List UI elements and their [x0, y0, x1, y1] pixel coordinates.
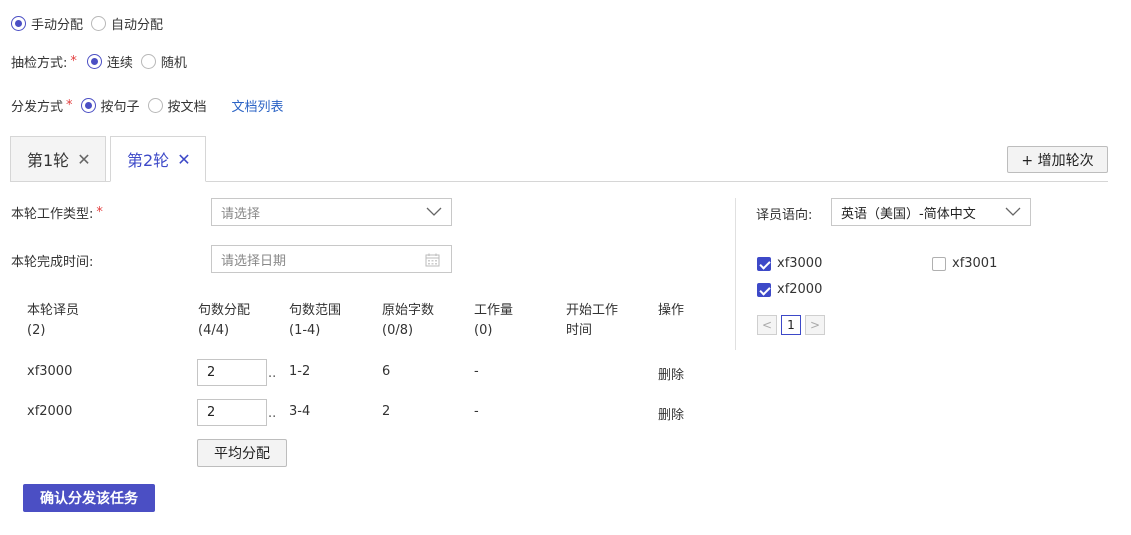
col-header-sentence-alloc: 句数分配 (4/4): [198, 303, 251, 338]
ellipsis: ..: [268, 406, 277, 421]
add-round-button[interactable]: + 增加轮次: [1007, 146, 1108, 173]
assign-mode-group: 手动分配 自动分配: [11, 14, 163, 33]
translator-option-label: xf3000: [777, 256, 823, 271]
sentence-count-input[interactable]: 2: [197, 399, 267, 426]
random-radio[interactable]: [140, 54, 156, 69]
translator-option[interactable]: xf3001: [932, 256, 997, 271]
sentence-count-input[interactable]: 2: [197, 359, 267, 386]
translator-name: xf2000: [27, 404, 73, 419]
inspect-mode-label: 抽检方式:: [11, 56, 68, 71]
checkbox[interactable]: [757, 282, 771, 297]
tab-label: 第1轮: [27, 151, 70, 170]
calendar-icon: [425, 253, 440, 267]
finish-time-label: 本轮完成时间:: [11, 255, 94, 270]
translator-option-label: xf3001: [952, 256, 998, 271]
dispatch-mode-group: 分发方式 * 按句子 按文档 文档列表: [11, 96, 284, 115]
dispatch-mode-label: 分发方式: [11, 100, 64, 115]
by-sentence-label[interactable]: 按句子: [101, 96, 140, 115]
workload: -: [474, 404, 479, 419]
col-header-action: 操作: [658, 303, 685, 318]
col-header-sentence-range: 句数范围 (1-4): [289, 303, 342, 338]
workload: -: [474, 364, 479, 379]
auto-assign-label[interactable]: 自动分配: [111, 14, 163, 33]
chevron-down-icon: [1005, 207, 1021, 216]
continuous-radio[interactable]: [86, 54, 102, 69]
by-sentence-radio[interactable]: [80, 98, 96, 113]
finish-time-datepicker[interactable]: 请选择日期: [211, 245, 452, 273]
confirm-dispatch-button[interactable]: 确认分发该任务: [23, 484, 155, 512]
sentence-range: 3-4: [289, 404, 311, 419]
work-type-label-group: 本轮工作类型: *: [11, 203, 113, 222]
delete-link[interactable]: 删除: [658, 404, 684, 423]
random-label[interactable]: 随机: [161, 52, 187, 71]
manual-assign-radio[interactable]: [11, 16, 26, 31]
translator-option[interactable]: xf3000: [757, 256, 822, 271]
tab-round-1[interactable]: 第1轮 ✕: [10, 136, 106, 182]
col-header-workload: 工作量 (0): [474, 303, 514, 338]
auto-assign-radio[interactable]: [91, 16, 107, 31]
word-count: 6: [382, 364, 391, 379]
inspect-mode-group: 抽检方式: * 连续 随机: [11, 52, 187, 71]
ellipsis: ..: [268, 366, 277, 381]
required-mark: *: [96, 205, 103, 220]
continuous-label[interactable]: 连续: [107, 52, 133, 71]
col-header-start-time: 开始工作 时间: [566, 303, 619, 338]
page-number-button[interactable]: 1: [781, 315, 801, 335]
col-header-word-count: 原始字数 (0/8): [382, 303, 435, 338]
panel-divider: [735, 198, 736, 350]
finish-time-placeholder: 请选择日期: [221, 253, 287, 269]
translator-option-label: xf2000: [777, 282, 823, 297]
prev-page-button[interactable]: <: [757, 315, 777, 335]
next-page-button[interactable]: >: [805, 315, 825, 335]
doc-list-link[interactable]: 文档列表: [232, 96, 284, 115]
close-icon[interactable]: ✕: [177, 150, 190, 169]
manual-assign-label[interactable]: 手动分配: [31, 14, 83, 33]
translator-name: xf3000: [27, 364, 73, 379]
checkbox[interactable]: [932, 256, 946, 271]
work-type-label: 本轮工作类型:: [11, 207, 94, 222]
sentence-range: 1-2: [289, 364, 311, 379]
work-type-select[interactable]: 请选择: [211, 198, 452, 226]
word-count: 2: [382, 404, 391, 419]
translator-option[interactable]: xf2000: [757, 282, 822, 297]
required-mark: *: [70, 54, 77, 69]
language-value: 英语（美国）-简体中文: [841, 206, 976, 222]
required-mark: *: [66, 98, 73, 113]
close-icon[interactable]: ✕: [77, 150, 90, 169]
average-allocate-button[interactable]: 平均分配: [197, 439, 287, 467]
work-type-placeholder: 请选择: [221, 206, 261, 222]
by-document-radio[interactable]: [147, 98, 163, 113]
tab-round-2[interactable]: 第2轮 ✕: [110, 136, 206, 182]
checkbox[interactable]: [757, 256, 771, 271]
by-document-label[interactable]: 按文档: [168, 96, 207, 115]
chevron-down-icon: [426, 207, 442, 216]
delete-link[interactable]: 删除: [658, 364, 684, 383]
tab-label: 第2轮: [127, 151, 170, 170]
language-select[interactable]: 英语（美国）-简体中文: [831, 198, 1031, 226]
col-header-translator: 本轮译员 (2): [27, 303, 80, 338]
language-label: 译员语向:: [756, 208, 813, 223]
